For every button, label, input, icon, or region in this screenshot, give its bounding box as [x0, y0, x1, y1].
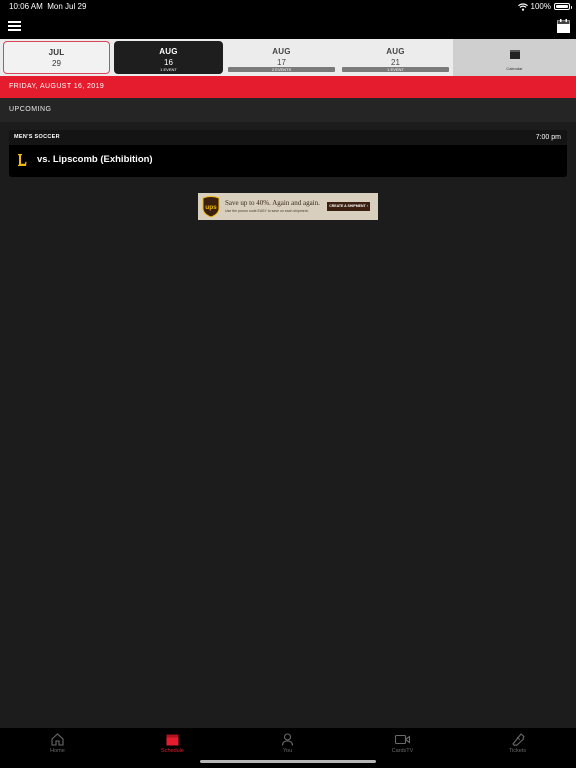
- lipscomb-logo-icon: [18, 154, 27, 166]
- day-header: FRIDAY, AUGUST 16, 2019: [0, 76, 576, 98]
- event-sport: MEN'S SOCCER: [14, 134, 60, 140]
- event-count: 1 EVENT: [160, 67, 177, 72]
- battery-icon: [554, 3, 572, 10]
- ad-subtext: Use the promo code EASY to save on each …: [225, 209, 309, 213]
- tab-you[interactable]: You: [230, 731, 345, 761]
- home-icon: [51, 733, 64, 746]
- calendar-button[interactable]: Calendar: [453, 39, 576, 76]
- event-body: vs. Lipscomb (Exhibition): [9, 145, 567, 177]
- date-month: JUL: [48, 48, 65, 57]
- tab-schedule[interactable]: Schedule: [115, 731, 230, 761]
- tab-tickets[interactable]: Tickets: [460, 731, 575, 761]
- calendar-icon: [509, 50, 520, 59]
- calendar-icon[interactable]: [557, 19, 570, 33]
- status-date: Mon Jul 29: [47, 2, 87, 11]
- hamburger-menu-icon[interactable]: [8, 21, 21, 31]
- event-time: 7:00 pm: [535, 134, 561, 141]
- video-icon: [395, 734, 410, 745]
- date-day: 21: [391, 58, 400, 67]
- wifi-icon: [517, 2, 528, 11]
- date-month: AUG: [272, 47, 291, 56]
- ad-banner[interactable]: ups Save up to 40%. Again and again. Use…: [198, 193, 378, 220]
- event-title: vs. Lipscomb (Exhibition): [37, 154, 153, 165]
- tab-cardstv[interactable]: CardsTV: [345, 731, 460, 761]
- status-time-date: 10:06 AM Mon Jul 29: [9, 2, 86, 11]
- date-item-jul-29[interactable]: JUL 29: [3, 41, 110, 74]
- date-strip: JUL 29 AUG 16 1 EVENT AUG 17 2 EVENTS AU…: [0, 39, 576, 76]
- battery-percent: 100%: [530, 2, 551, 11]
- calendar-icon: [166, 734, 179, 746]
- event-count: 2 EVENTS: [228, 67, 335, 72]
- date-day: 17: [277, 58, 286, 67]
- home-indicator[interactable]: [200, 760, 376, 763]
- calendar-label: Calendar: [506, 66, 523, 71]
- event-header: MEN'S SOCCER 7:00 pm: [9, 130, 567, 145]
- tab-label: Tickets: [508, 748, 527, 754]
- ticket-icon: [512, 733, 525, 746]
- top-nav: [0, 14, 576, 39]
- date-item-aug-21[interactable]: AUG 21 1 EVENT: [342, 41, 449, 74]
- status-bar: 10:06 AM Mon Jul 29 100%: [0, 0, 576, 14]
- date-day: 29: [52, 59, 61, 68]
- event-card[interactable]: MEN'S SOCCER 7:00 pm vs. Lipscomb (Exhib…: [9, 130, 567, 177]
- status-right: 100%: [517, 2, 572, 11]
- tab-label: CardsTV: [391, 748, 414, 754]
- tab-home[interactable]: Home: [0, 731, 115, 761]
- date-item-aug-17[interactable]: AUG 17 2 EVENTS: [228, 41, 335, 74]
- tab-label: Home: [50, 748, 65, 754]
- tab-label: Schedule: [161, 748, 184, 754]
- status-time: 10:06 AM: [9, 2, 43, 11]
- section-label-upcoming: UPCOMING: [0, 98, 576, 122]
- date-month: AUG: [386, 47, 405, 56]
- ad-headline: Save up to 40%. Again and again.: [225, 199, 320, 207]
- tab-label: You: [282, 748, 293, 754]
- person-icon: [281, 733, 294, 746]
- event-count: 1 EVENT: [342, 67, 449, 72]
- ups-logo-icon: ups: [202, 196, 220, 217]
- date-day: 16: [164, 58, 173, 67]
- date-month: AUG: [159, 47, 178, 56]
- date-item-aug-16[interactable]: AUG 16 1 EVENT: [114, 41, 223, 74]
- ad-cta-button[interactable]: CREATE A SHIPMENT ›: [327, 202, 370, 211]
- svg-text:ups: ups: [205, 204, 217, 211]
